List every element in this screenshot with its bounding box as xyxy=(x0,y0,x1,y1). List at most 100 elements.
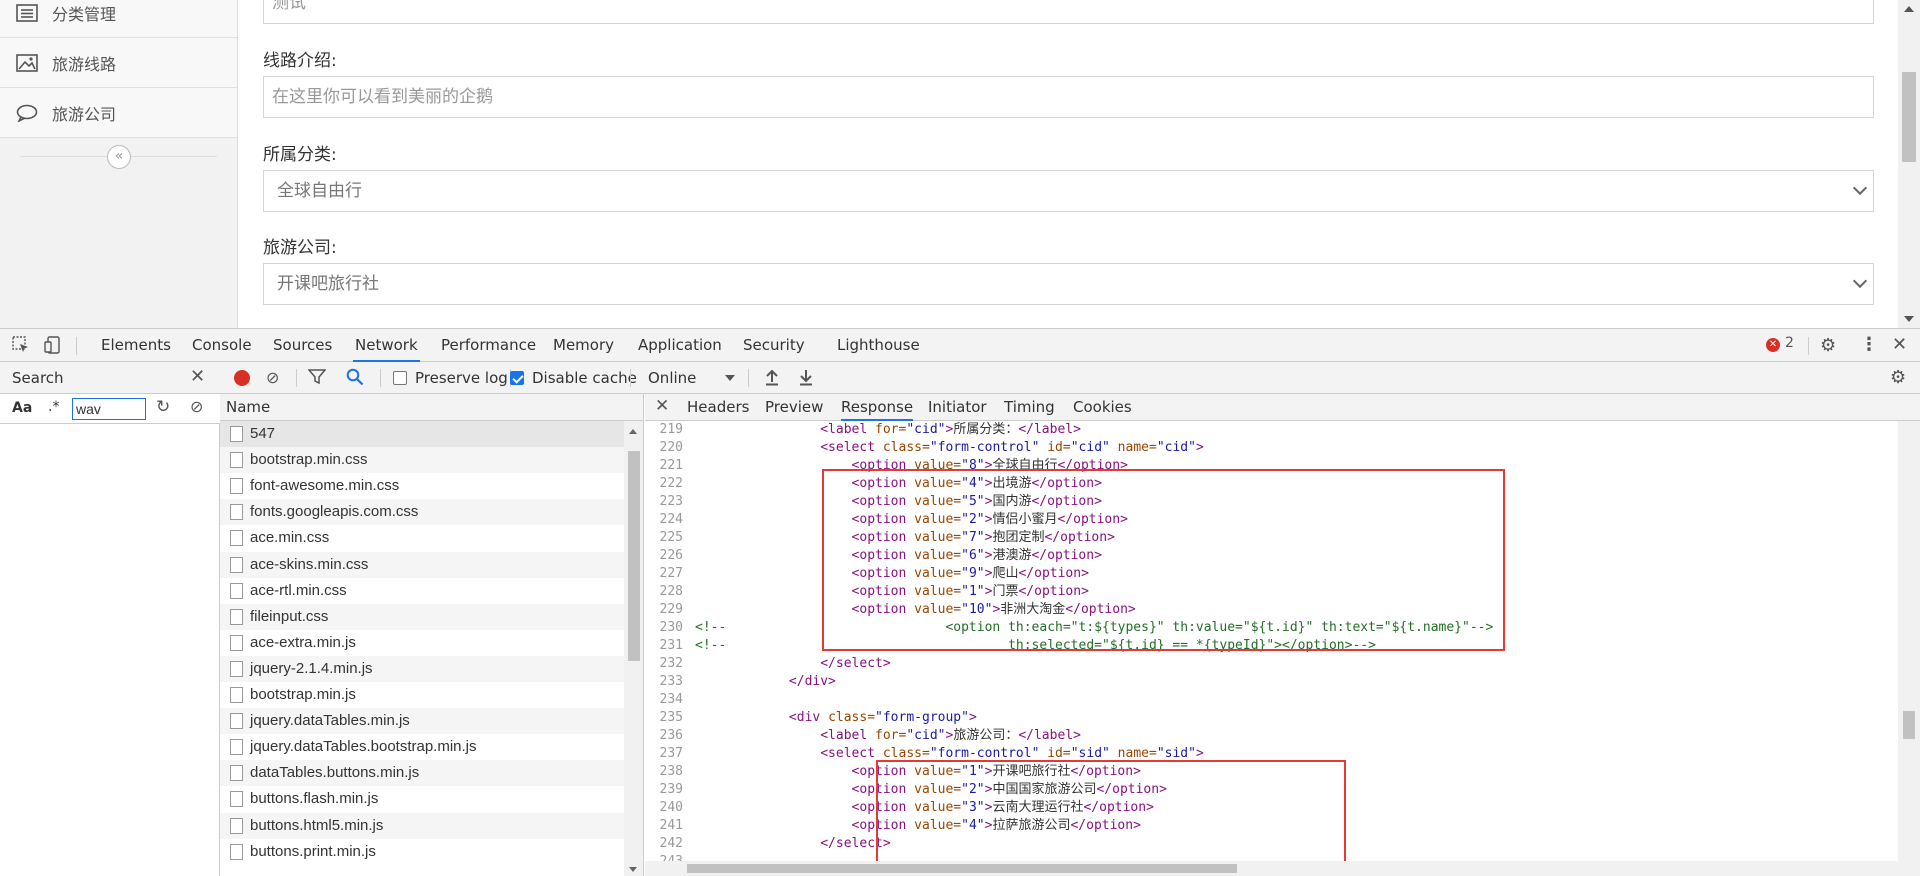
sidebar-item-travel-routes[interactable]: 旅游线路 xyxy=(0,38,237,88)
disable-cache-label[interactable]: Disable cache xyxy=(532,369,637,387)
match-case-toggle[interactable]: Aa xyxy=(12,400,32,416)
regex-toggle[interactable]: .* xyxy=(48,399,59,415)
tab-lighthouse[interactable]: Lighthouse xyxy=(835,329,922,362)
line-number: 239 xyxy=(659,782,683,797)
search-input[interactable] xyxy=(72,398,146,420)
category-select[interactable]: 全球自由行 xyxy=(263,170,1874,212)
tab-network[interactable]: Network xyxy=(353,329,420,362)
export-har-icon[interactable] xyxy=(798,368,814,390)
disable-cache-checkbox[interactable] xyxy=(510,371,524,385)
search-icon[interactable] xyxy=(346,368,364,390)
route-intro-input[interactable]: 在这里你可以看到美丽的企鹅 xyxy=(263,76,1874,118)
close-detail-icon[interactable]: ✕ xyxy=(655,396,669,416)
scroll-thumb[interactable] xyxy=(1903,711,1915,739)
request-row[interactable]: ace-rtl.min.css xyxy=(220,578,624,604)
code-horizontal-scrollbar[interactable] xyxy=(645,861,1898,876)
error-count[interactable]: 2 xyxy=(1785,335,1794,351)
request-row[interactable]: dataTables.buttons.min.js xyxy=(220,760,624,787)
tab-preview[interactable]: Preview xyxy=(765,394,823,421)
request-row[interactable]: buttons.print.min.js xyxy=(220,839,624,865)
toolbar-divider xyxy=(748,369,749,387)
file-icon xyxy=(230,713,243,730)
scroll-down-icon[interactable] xyxy=(1904,316,1914,322)
throttle-select[interactable]: Online xyxy=(648,369,696,387)
request-row[interactable]: 547 xyxy=(220,421,624,447)
tab-elements[interactable]: Elements xyxy=(99,329,173,362)
scroll-up-icon[interactable] xyxy=(629,429,637,434)
more-options-icon[interactable]: ⋮ xyxy=(1860,334,1878,355)
tab-memory[interactable]: Memory xyxy=(551,329,616,362)
company-select[interactable]: 开课吧旅行社 xyxy=(263,263,1874,305)
clear-search-icon[interactable]: ⊘ xyxy=(190,397,203,416)
request-row[interactable]: jquery-2.1.4.min.js xyxy=(220,655,624,682)
scroll-up-icon[interactable] xyxy=(1904,6,1914,12)
request-row[interactable]: jquery.dataTables.bootstrap.min.js xyxy=(220,734,624,760)
file-icon xyxy=(230,530,243,547)
close-devtools-icon[interactable]: ✕ xyxy=(1892,334,1907,355)
line-number: 229 xyxy=(659,602,683,617)
tab-timing[interactable]: Timing xyxy=(1004,394,1055,421)
name-column-header[interactable]: Name xyxy=(220,394,643,421)
network-settings-gear-icon[interactable]: ⚙ xyxy=(1890,367,1906,388)
request-row[interactable]: buttons.html5.min.js xyxy=(220,812,624,839)
preserve-log-label[interactable]: Preserve log xyxy=(415,369,508,387)
request-row[interactable]: buttons.flash.min.js xyxy=(220,786,624,812)
request-row[interactable]: fonts.googleapis.com.css xyxy=(220,499,624,526)
request-row[interactable]: bootstrap.min.js xyxy=(220,682,624,708)
tab-initiator[interactable]: Initiator xyxy=(928,394,987,421)
request-row[interactable]: bootstrap.min.css xyxy=(220,447,624,474)
error-icon[interactable]: ✕ xyxy=(1766,338,1780,352)
request-row[interactable]: fileinput.css xyxy=(220,603,624,630)
scroll-thumb[interactable] xyxy=(628,451,640,661)
sidebar-item-travel-company[interactable]: 旅游公司 xyxy=(0,88,237,138)
tab-security[interactable]: Security xyxy=(741,329,807,362)
sidebar-item-label: 分类管理 xyxy=(52,4,117,24)
toolbar-divider xyxy=(380,369,381,387)
code-token: <label xyxy=(820,728,876,743)
tab-sources[interactable]: Sources xyxy=(271,329,334,362)
sidebar-item-category-management[interactable]: 分类管理 xyxy=(0,0,237,38)
tab-console[interactable]: Console xyxy=(190,329,254,362)
close-icon[interactable]: ✕ xyxy=(190,366,205,387)
scroll-thumb[interactable] xyxy=(1902,72,1916,162)
settings-gear-icon[interactable]: ⚙ xyxy=(1820,335,1836,356)
detail-tabbar: ✕ Headers Preview Response Initiator Tim… xyxy=(645,394,1920,421)
import-har-icon[interactable] xyxy=(764,368,780,390)
inspect-element-icon[interactable] xyxy=(12,336,30,358)
preserve-log-checkbox[interactable] xyxy=(393,371,407,385)
record-icon[interactable] xyxy=(234,370,250,386)
chevron-down-icon[interactable] xyxy=(725,375,735,381)
request-row[interactable]: ace.min.css xyxy=(220,525,624,551)
device-toolbar-icon[interactable] xyxy=(44,336,62,358)
sidebar-item-label: 旅游公司 xyxy=(52,104,117,124)
refresh-icon[interactable]: ↻ xyxy=(156,397,170,417)
request-row[interactable]: ace-extra.min.js xyxy=(220,630,624,656)
request-name: bootstrap.min.js xyxy=(250,686,356,703)
file-icon xyxy=(230,504,243,521)
filter-icon[interactable] xyxy=(307,369,327,389)
tab-headers[interactable]: Headers xyxy=(687,394,749,421)
request-row[interactable]: jquery.dataTables.min.js xyxy=(220,708,624,735)
tab-response[interactable]: Response xyxy=(841,394,914,421)
scroll-thumb[interactable] xyxy=(687,864,1237,873)
tab-performance[interactable]: Performance xyxy=(439,329,538,362)
page-scrollbar[interactable] xyxy=(1898,0,1920,328)
top-input[interactable]: 测试 xyxy=(263,0,1874,24)
search-bar: Aa .* ↻ ⊘ xyxy=(0,394,220,424)
clear-icon[interactable]: ⊘ xyxy=(266,368,279,387)
request-row[interactable]: ace-skins.min.css xyxy=(220,551,624,578)
sidebar-collapse-button[interactable]: « xyxy=(107,145,131,169)
code-token: </label> xyxy=(1018,422,1081,437)
tab-application[interactable]: Application xyxy=(636,329,724,362)
scroll-down-icon[interactable] xyxy=(629,867,637,872)
list-icon xyxy=(14,3,40,23)
code-vertical-scrollbar[interactable] xyxy=(1898,421,1920,876)
category-label: 所属分类: xyxy=(263,145,337,165)
file-icon xyxy=(230,426,243,442)
request-row[interactable]: font-awesome.min.css xyxy=(220,473,624,499)
tab-cookies[interactable]: Cookies xyxy=(1073,394,1132,421)
request-list-scrollbar[interactable] xyxy=(624,421,643,876)
